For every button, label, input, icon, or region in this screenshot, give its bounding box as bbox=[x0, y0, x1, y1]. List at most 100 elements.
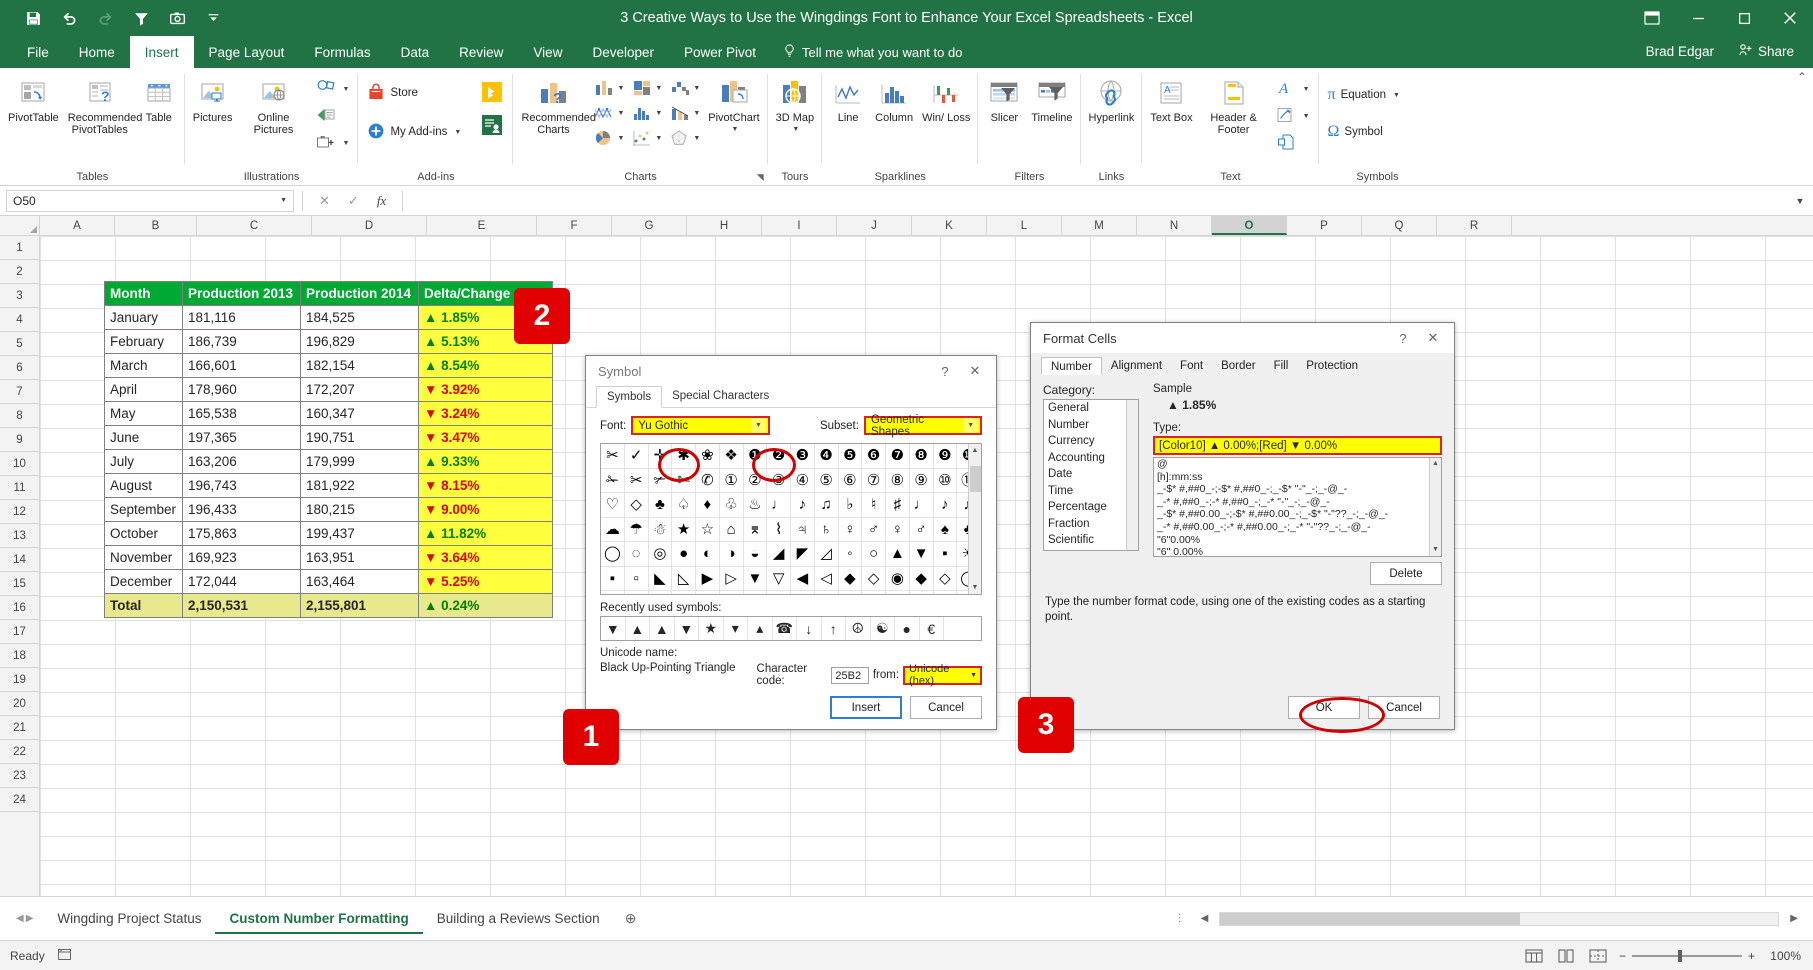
zoom-out-icon[interactable]: − bbox=[1619, 949, 1626, 963]
cell-production-2013[interactable]: 197,365 bbox=[183, 426, 301, 450]
insert-button[interactable]: Insert bbox=[830, 696, 902, 719]
symbol-cell[interactable]: ⑤ bbox=[815, 469, 839, 494]
row-header-19[interactable]: 19 bbox=[0, 668, 39, 692]
cell-production-2014[interactable]: 182,154 bbox=[301, 354, 419, 378]
waterfall-chart-button[interactable]: ▼ bbox=[666, 76, 703, 100]
format-code-item[interactable]: _-$* #,##0.00_-;-$* #,##0.00_-;_-$* "-"?… bbox=[1154, 508, 1441, 521]
cell-production-2013[interactable]: 175,863 bbox=[183, 522, 301, 546]
hscroll-right-icon[interactable]: ▶ bbox=[1785, 913, 1803, 924]
format-code-item[interactable]: @ bbox=[1154, 458, 1441, 471]
ribbon-tab-view[interactable]: View bbox=[518, 36, 577, 68]
category-item-number[interactable]: Number bbox=[1044, 417, 1138, 434]
recent-symbol-cell[interactable]: ☎ bbox=[773, 617, 798, 640]
timeline-button[interactable]: Timeline bbox=[1027, 74, 1076, 127]
add-sheet-icon[interactable]: ⊕ bbox=[614, 910, 648, 927]
symbol-grid-scrollbar[interactable]: ▲ ▼ bbox=[968, 444, 981, 594]
recent-symbol-cell[interactable]: ● bbox=[895, 617, 920, 640]
insert-function-icon[interactable]: fx bbox=[377, 193, 386, 209]
format-code-item[interactable]: _-* #,##0_-;-* #,##0_-;_-* "-"_-;_-@_- bbox=[1154, 496, 1441, 509]
cell-production-2014[interactable]: 172,207 bbox=[301, 378, 419, 402]
cell-production-2013[interactable]: 196,743 bbox=[183, 474, 301, 498]
symbol-cell[interactable]: ✂ bbox=[625, 469, 649, 494]
chevron-down-icon[interactable]: ▼ bbox=[751, 418, 766, 433]
my-addins-button[interactable]: My Add-ins ▼ bbox=[362, 119, 474, 145]
tab-border[interactable]: Border bbox=[1212, 357, 1265, 375]
cell-delta-change[interactable]: ▼ 5.25% bbox=[419, 570, 553, 594]
customize-qat-icon[interactable] bbox=[196, 4, 230, 32]
row-header-23[interactable]: 23 bbox=[0, 764, 39, 788]
symbol-cell[interactable]: ❖ bbox=[720, 444, 744, 469]
sparkline-line-button[interactable]: Line bbox=[826, 74, 870, 127]
recent-symbol-cell[interactable]: ▴ bbox=[748, 617, 773, 640]
undo-icon[interactable] bbox=[52, 4, 86, 32]
symbol-cell[interactable]: ❾ bbox=[934, 444, 958, 469]
column-header-n[interactable]: N bbox=[1137, 216, 1212, 235]
column-header-f[interactable]: F bbox=[537, 216, 612, 235]
cell-production-2013[interactable]: 186,739 bbox=[183, 330, 301, 354]
symbol-cell[interactable]: ❹ bbox=[815, 444, 839, 469]
symbol-cell[interactable]: ★ bbox=[672, 518, 696, 543]
category-item-currency[interactable]: Currency bbox=[1044, 433, 1138, 450]
cell-delta-change[interactable]: ▼ 3.24% bbox=[419, 402, 553, 426]
chevron-down-icon[interactable]: ▼ bbox=[280, 197, 287, 204]
symbol-cell[interactable]: ◢ bbox=[767, 542, 791, 567]
cell-month[interactable]: July bbox=[105, 450, 183, 474]
row-header-21[interactable]: 21 bbox=[0, 716, 39, 740]
cell-production-2014[interactable]: 180,215 bbox=[301, 498, 419, 522]
signature-line-button[interactable]: ▼ bbox=[1271, 103, 1315, 129]
text-box-button[interactable]: A Text Box bbox=[1146, 74, 1196, 127]
cell-production-2014[interactable]: 2,155,801 bbox=[301, 594, 419, 618]
symbol-cell[interactable]: ♣ bbox=[649, 493, 673, 518]
symbol-cell[interactable]: ♩ bbox=[910, 493, 934, 518]
symbol-cell[interactable]: ☁ bbox=[601, 518, 625, 543]
column-header-g[interactable]: G bbox=[612, 216, 687, 235]
sparkline-column-button[interactable]: Column bbox=[871, 74, 917, 127]
symbol-cell[interactable]: ♨ bbox=[744, 493, 768, 518]
tab-special-characters[interactable]: Special Characters bbox=[662, 386, 779, 407]
shapes-button[interactable]: ▼ bbox=[311, 76, 355, 102]
symbol-cell[interactable]: ✁ bbox=[601, 469, 625, 494]
symbol-cell[interactable]: ♪ bbox=[791, 493, 815, 518]
column-header-l[interactable]: L bbox=[987, 216, 1062, 235]
symbol-cell[interactable]: ■ bbox=[720, 591, 744, 595]
cell-production-2013[interactable]: 178,960 bbox=[183, 378, 301, 402]
cell-delta-change[interactable]: ▼ 3.47% bbox=[419, 426, 553, 450]
symbol-cell[interactable]: ⑥ bbox=[839, 469, 863, 494]
line-chart-button[interactable]: ▼ bbox=[590, 101, 627, 125]
tab-fill[interactable]: Fill bbox=[1265, 357, 1298, 375]
chevron-down-icon[interactable]: ▼ bbox=[970, 672, 980, 679]
hyperlink-button[interactable]: Hyperlink bbox=[1085, 74, 1139, 127]
row-header-15[interactable]: 15 bbox=[0, 572, 39, 596]
cell-delta-change[interactable]: ▼ 3.64% bbox=[419, 546, 553, 570]
symbol-scroll-thumb[interactable] bbox=[970, 466, 981, 492]
category-item-time[interactable]: Time bbox=[1044, 483, 1138, 500]
symbol-cell[interactable]: ▮ bbox=[744, 591, 768, 595]
screenshot-icon[interactable] bbox=[160, 4, 194, 32]
column-header-m[interactable]: M bbox=[1062, 216, 1137, 235]
object-button[interactable] bbox=[1271, 130, 1315, 156]
close-icon[interactable]: ✕ bbox=[1418, 325, 1448, 351]
symbol-cell[interactable]: ♄ bbox=[815, 518, 839, 543]
sheet-nav-arrows[interactable]: ◀ ▶ bbox=[6, 913, 43, 924]
expand-formula-bar-icon[interactable]: ▼ bbox=[1787, 196, 1813, 206]
symbol-cell[interactable]: ◣ bbox=[649, 567, 673, 592]
cell-month[interactable]: March bbox=[105, 354, 183, 378]
ribbon-tab-home[interactable]: Home bbox=[64, 36, 130, 68]
symbol-cell[interactable]: □ bbox=[934, 591, 958, 595]
enter-icon[interactable]: ✓ bbox=[348, 193, 359, 209]
cell-month[interactable]: May bbox=[105, 402, 183, 426]
hscroll-left-icon[interactable]: ◀ bbox=[1196, 913, 1214, 924]
symbol-cell[interactable]: ◺ bbox=[672, 567, 696, 592]
symbol-cell[interactable]: ◎ bbox=[649, 542, 673, 567]
column-header-d[interactable]: D bbox=[312, 216, 427, 235]
symbol-cell[interactable]: ▽ bbox=[767, 567, 791, 592]
horizontal-scrollbar[interactable] bbox=[1219, 912, 1779, 926]
save-icon[interactable] bbox=[16, 4, 50, 32]
symbol-cell[interactable]: ♦ bbox=[696, 493, 720, 518]
sheet-tab-custom-number-formatting[interactable]: Custom Number Formatting bbox=[215, 904, 422, 934]
close-icon[interactable]: ✕ bbox=[960, 358, 990, 384]
scroll-up-icon[interactable]: ▲ bbox=[969, 444, 981, 457]
symbol-cell[interactable]: ♤ bbox=[672, 493, 696, 518]
symbol-cell[interactable]: ■ bbox=[601, 591, 625, 595]
column-header-b[interactable]: B bbox=[115, 216, 197, 235]
